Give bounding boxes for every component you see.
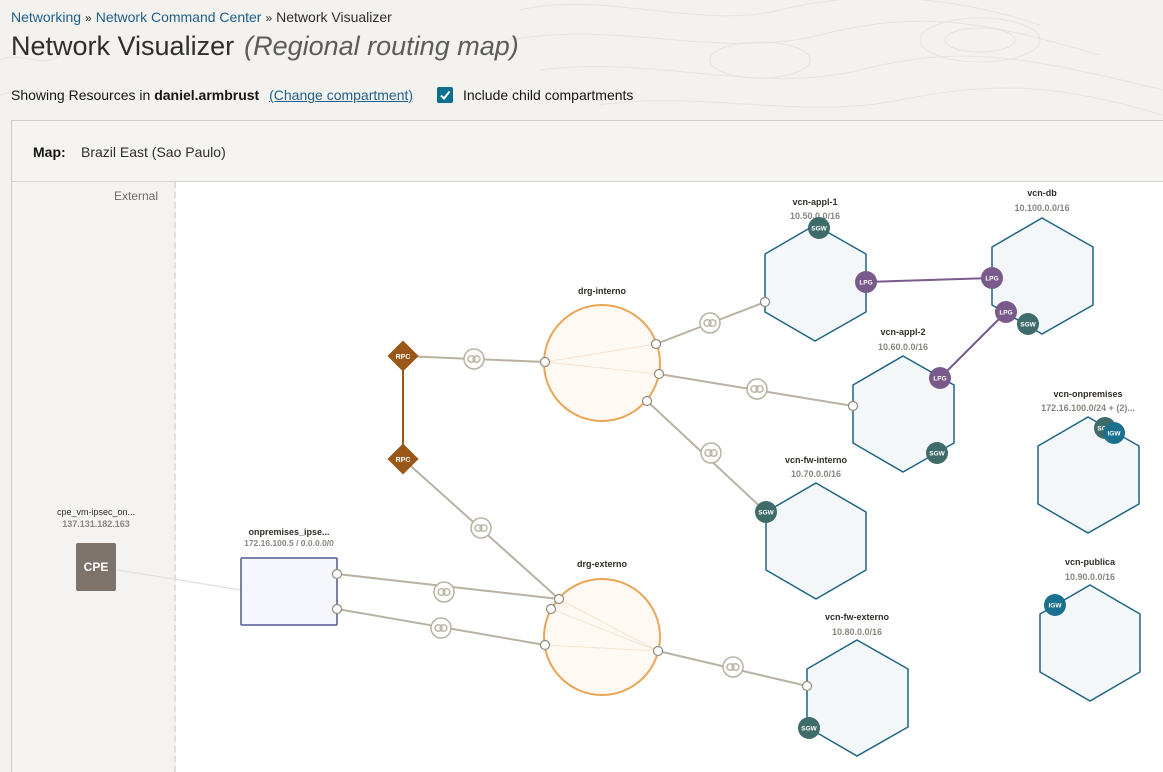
cpe-node[interactable]: cpe_vm-ipsec_on... 137.131.182.163 CPE bbox=[57, 507, 135, 591]
vcn-cidr: 10.80.0.0/16 bbox=[832, 627, 882, 637]
gateway-lpg-db-1[interactable]: LPG bbox=[981, 267, 1003, 289]
attachment-link-icon bbox=[433, 581, 455, 603]
vcn-cidr: 10.60.0.0/16 bbox=[878, 342, 928, 352]
gateway-igw-onpremises[interactable]: IGW bbox=[1103, 422, 1125, 444]
vcn-fw-externo-node[interactable]: vcn-fw-externo 10.80.0.0/16 bbox=[806, 612, 909, 757]
igw-label: IGW bbox=[1049, 603, 1063, 610]
drg-icon[interactable] bbox=[543, 304, 661, 422]
gateway-sgw-appl-1[interactable]: SGW bbox=[808, 217, 830, 239]
drg-interno-name: drg-interno bbox=[578, 286, 626, 296]
lpg-label: LPG bbox=[933, 376, 946, 383]
vcn-hexagon-icon bbox=[806, 639, 909, 757]
sgw-label: SGW bbox=[1020, 322, 1036, 329]
sgw-label: SGW bbox=[801, 726, 817, 733]
rpc-label: RPC bbox=[396, 354, 411, 361]
lpg-label: LPG bbox=[985, 276, 998, 283]
vcn-hexagon-icon bbox=[764, 224, 867, 342]
gateway-lpg-db-2[interactable]: LPG bbox=[995, 301, 1017, 323]
lpg-label: LPG bbox=[859, 280, 872, 287]
vcn-publica-node[interactable]: vcn-publica 10.90.0.0/16 bbox=[1039, 557, 1141, 702]
vcn-name: vcn-onpremises bbox=[1053, 389, 1122, 399]
vcn-name: vcn-appl-2 bbox=[880, 327, 925, 337]
ipsec-tunnel-icon[interactable] bbox=[240, 557, 338, 626]
cpe-name: cpe_vm-ipsec_on... bbox=[57, 507, 135, 517]
gateway-lpg-appl-1[interactable]: LPG bbox=[855, 271, 877, 293]
vcn-onpremises-node[interactable]: vcn-onpremises 172.16.100.0/24 + (2)... bbox=[1037, 389, 1140, 534]
gateway-sgw-fw-externo[interactable]: SGW bbox=[798, 717, 820, 739]
attachment-link-icon bbox=[722, 656, 744, 678]
attachment-link-icon bbox=[463, 348, 485, 370]
lpg-peering-line-2 bbox=[939, 311, 1007, 379]
drg-externo-name: drg-externo bbox=[577, 559, 628, 569]
ipsec-connection-node[interactable]: onpremises_ipse... 172.16.100.5 / 0.0.0.… bbox=[240, 527, 338, 626]
lpg-peering-line-1 bbox=[865, 277, 993, 283]
sgw-label: SGW bbox=[929, 451, 945, 458]
vcn-name: vcn-fw-interno bbox=[785, 455, 848, 465]
vcn-cidr: 10.100.0.0/16 bbox=[1014, 203, 1069, 213]
rpc-label: RPC bbox=[396, 457, 411, 464]
vcn-cidr: 10.70.0.0/16 bbox=[791, 469, 841, 479]
attachment-link-icon bbox=[699, 312, 721, 334]
vcn-cidr: 10.90.0.0/16 bbox=[1065, 572, 1115, 582]
attachment-link-icon bbox=[470, 517, 492, 539]
drg-externo-node[interactable]: drg-externo bbox=[543, 559, 661, 696]
vcn-name: vcn-appl-1 bbox=[792, 197, 837, 207]
network-diagram: cpe_vm-ipsec_on... 137.131.182.163 CPE o… bbox=[57, 188, 1141, 757]
rpc-node-top[interactable]: RPC bbox=[387, 340, 419, 372]
gateway-igw-publica[interactable]: IGW bbox=[1044, 594, 1066, 616]
ipsec-cidr: 172.16.100.5 / 0.0.0.0/0 bbox=[244, 538, 334, 548]
vcn-name: vcn-fw-externo bbox=[825, 612, 890, 622]
attachment-link-icon bbox=[746, 378, 768, 400]
gateway-sgw-appl-2[interactable]: SGW bbox=[926, 442, 948, 464]
gateway-lpg-appl-2[interactable]: LPG bbox=[929, 367, 951, 389]
gateway-sgw-fw-interno[interactable]: SGW bbox=[755, 501, 777, 523]
vcn-fw-interno-node[interactable]: vcn-fw-interno 10.70.0.0/16 bbox=[765, 455, 867, 600]
ipsec-name: onpremises_ipse... bbox=[248, 527, 329, 537]
lpg-label: LPG bbox=[999, 310, 1012, 317]
vcn-cidr: 172.16.100.0/24 + (2)... bbox=[1041, 403, 1135, 413]
gateway-sgw-db[interactable]: SGW bbox=[1017, 313, 1039, 335]
cpe-ipsec-line bbox=[117, 569, 242, 591]
sgw-label: SGW bbox=[758, 510, 774, 517]
attachment-link-icon bbox=[700, 442, 722, 464]
vcn-hexagon-icon bbox=[765, 482, 867, 600]
sgw-label: SGW bbox=[811, 226, 827, 233]
igw-label: IGW bbox=[1108, 431, 1122, 438]
attachment-link-icon bbox=[430, 617, 452, 639]
vcn-name: vcn-publica bbox=[1065, 557, 1116, 567]
cpe-label: CPE bbox=[84, 560, 109, 574]
vcn-name: vcn-db bbox=[1027, 188, 1057, 198]
cpe-ip: 137.131.182.163 bbox=[62, 519, 130, 529]
